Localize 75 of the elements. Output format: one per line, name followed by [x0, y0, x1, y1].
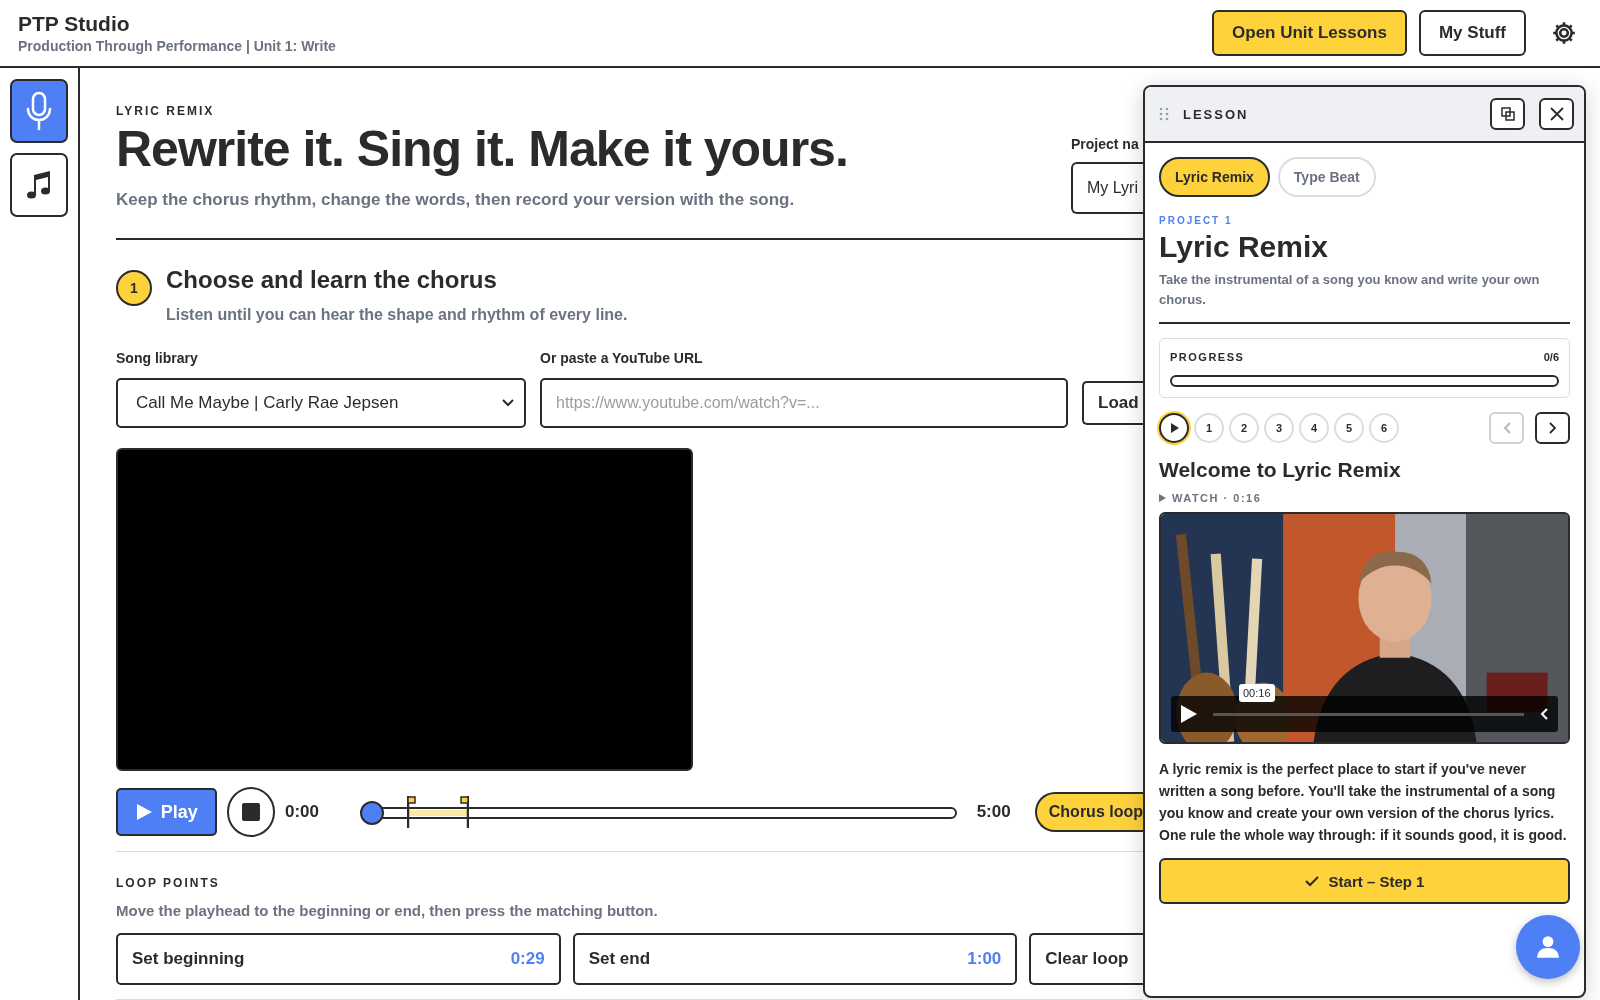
step-button[interactable]: 4	[1299, 413, 1329, 443]
popout-button[interactable]	[1490, 98, 1525, 130]
step-button[interactable]: 5	[1334, 413, 1364, 443]
duration: 5:00	[976, 802, 1012, 822]
play-icon	[134, 803, 153, 821]
open-lessons-button[interactable]: Open Unit Lessons	[1212, 10, 1407, 56]
field-label: Project na	[1071, 136, 1140, 152]
start-button[interactable]: Start – Step 1	[1159, 858, 1570, 904]
play-icon	[1159, 494, 1166, 502]
section-eyebrow: LYRIC REMIX	[116, 104, 216, 118]
progress-count: 0/6	[1543, 351, 1559, 363]
panel-title: LESSON	[1183, 106, 1250, 122]
person-icon	[1535, 934, 1561, 960]
step-number: 1	[116, 270, 152, 306]
watch-duration: WATCH · 0:16	[1172, 492, 1262, 504]
set-end-button[interactable]: Set end 1:00	[572, 933, 1018, 985]
song-select[interactable]: Call Me Maybe | Carly Rae Jepsen	[116, 378, 526, 428]
set-beginning-button[interactable]: Set beginning 0:29	[116, 933, 561, 985]
project-tab[interactable]: Lyric Remix	[1159, 157, 1270, 197]
field-label: Song library	[116, 350, 199, 366]
chevron-left-icon	[1502, 422, 1511, 434]
play-icon[interactable]	[1181, 705, 1197, 723]
app-subtitle: Production Through Performance | Unit 1: Write	[18, 38, 336, 54]
lesson-title: Welcome to Lyric Remix	[1159, 458, 1402, 482]
play-icon	[1169, 423, 1179, 433]
stop-icon	[241, 803, 260, 821]
chevron-left-icon[interactable]	[1540, 708, 1548, 720]
app-title: PTP Studio	[18, 12, 131, 36]
stop-button[interactable]	[226, 787, 275, 837]
intro-step-button[interactable]	[1159, 413, 1189, 443]
checkmark-icon	[1304, 875, 1319, 887]
project-title: Lyric Remix	[1159, 230, 1329, 264]
chevron-down-icon	[502, 399, 514, 407]
chorus-loop-toggle[interactable]: Chorus loop	[1034, 792, 1143, 832]
playhead-handle[interactable]	[360, 801, 385, 825]
field-label: Or paste a YouTube URL	[540, 350, 704, 366]
close-button[interactable]	[1539, 98, 1574, 130]
progress-label: PROGRESS	[1170, 351, 1245, 363]
music-note-icon	[26, 169, 52, 201]
step-title: Choose and learn the chorus	[166, 266, 498, 294]
step-button[interactable]: 6	[1369, 413, 1399, 443]
project-description: Take the instrumental of a song you know and write your own chorus.	[1159, 270, 1570, 324]
section-heading: LOOP POINTS	[116, 876, 221, 890]
time-tooltip: 00:16	[1239, 684, 1275, 702]
settings-icon[interactable]	[1550, 19, 1578, 47]
step-button[interactable]: 1	[1194, 413, 1224, 443]
page-subtitle: Keep the chorus rhythm, change the words, then record your version with the song.	[116, 190, 796, 210]
overlapping-squares-icon	[1500, 107, 1515, 121]
music-tab[interactable]	[10, 153, 68, 217]
load-button[interactable]: Load	[1082, 381, 1143, 425]
drag-handle-icon[interactable]	[1159, 107, 1169, 121]
page-title: Rewrite it. Sing it. Make it yours.	[116, 124, 848, 174]
step-button[interactable]: 3	[1264, 413, 1294, 443]
video-progress-bar[interactable]	[1213, 712, 1524, 716]
loop-start-marker[interactable]	[407, 796, 418, 828]
clear-loop-button[interactable]: Clear loop	[1029, 933, 1143, 985]
my-stuff-button[interactable]: My Stuff	[1418, 10, 1526, 56]
project-tab[interactable]: Type Beat	[1277, 157, 1376, 197]
play-button[interactable]: Play	[116, 788, 217, 836]
step-subtitle: Listen until you can hear the shape and rhythm of every line.	[166, 306, 628, 324]
project-eyebrow: PROJECT 1	[1159, 215, 1234, 226]
microphone-icon	[26, 91, 52, 131]
chevron-right-icon	[1548, 422, 1557, 434]
timeline-track[interactable]	[359, 795, 957, 829]
step-button[interactable]: 2	[1229, 413, 1259, 443]
loop-end-marker[interactable]	[458, 796, 469, 828]
record-tab[interactable]	[10, 79, 68, 143]
section-hint: Move the playhead to the beginning or end, then press the matching button.	[116, 902, 659, 919]
close-icon	[1549, 107, 1564, 121]
current-time: 0:00	[284, 802, 320, 822]
next-button[interactable]	[1535, 412, 1570, 444]
lesson-text: A lyric remix is the perfect place to start if you've never written a song before. You'll take the instrumental of a song you know and create your own version of the chorus lyrics. One rule the whole way through: if it sounds good, it is good.	[1159, 760, 1568, 845]
loop-region	[408, 810, 467, 816]
url-input-field[interactable]: https://www.youtube.com/watch?v=...	[540, 378, 1068, 428]
gear-icon	[1551, 20, 1577, 46]
